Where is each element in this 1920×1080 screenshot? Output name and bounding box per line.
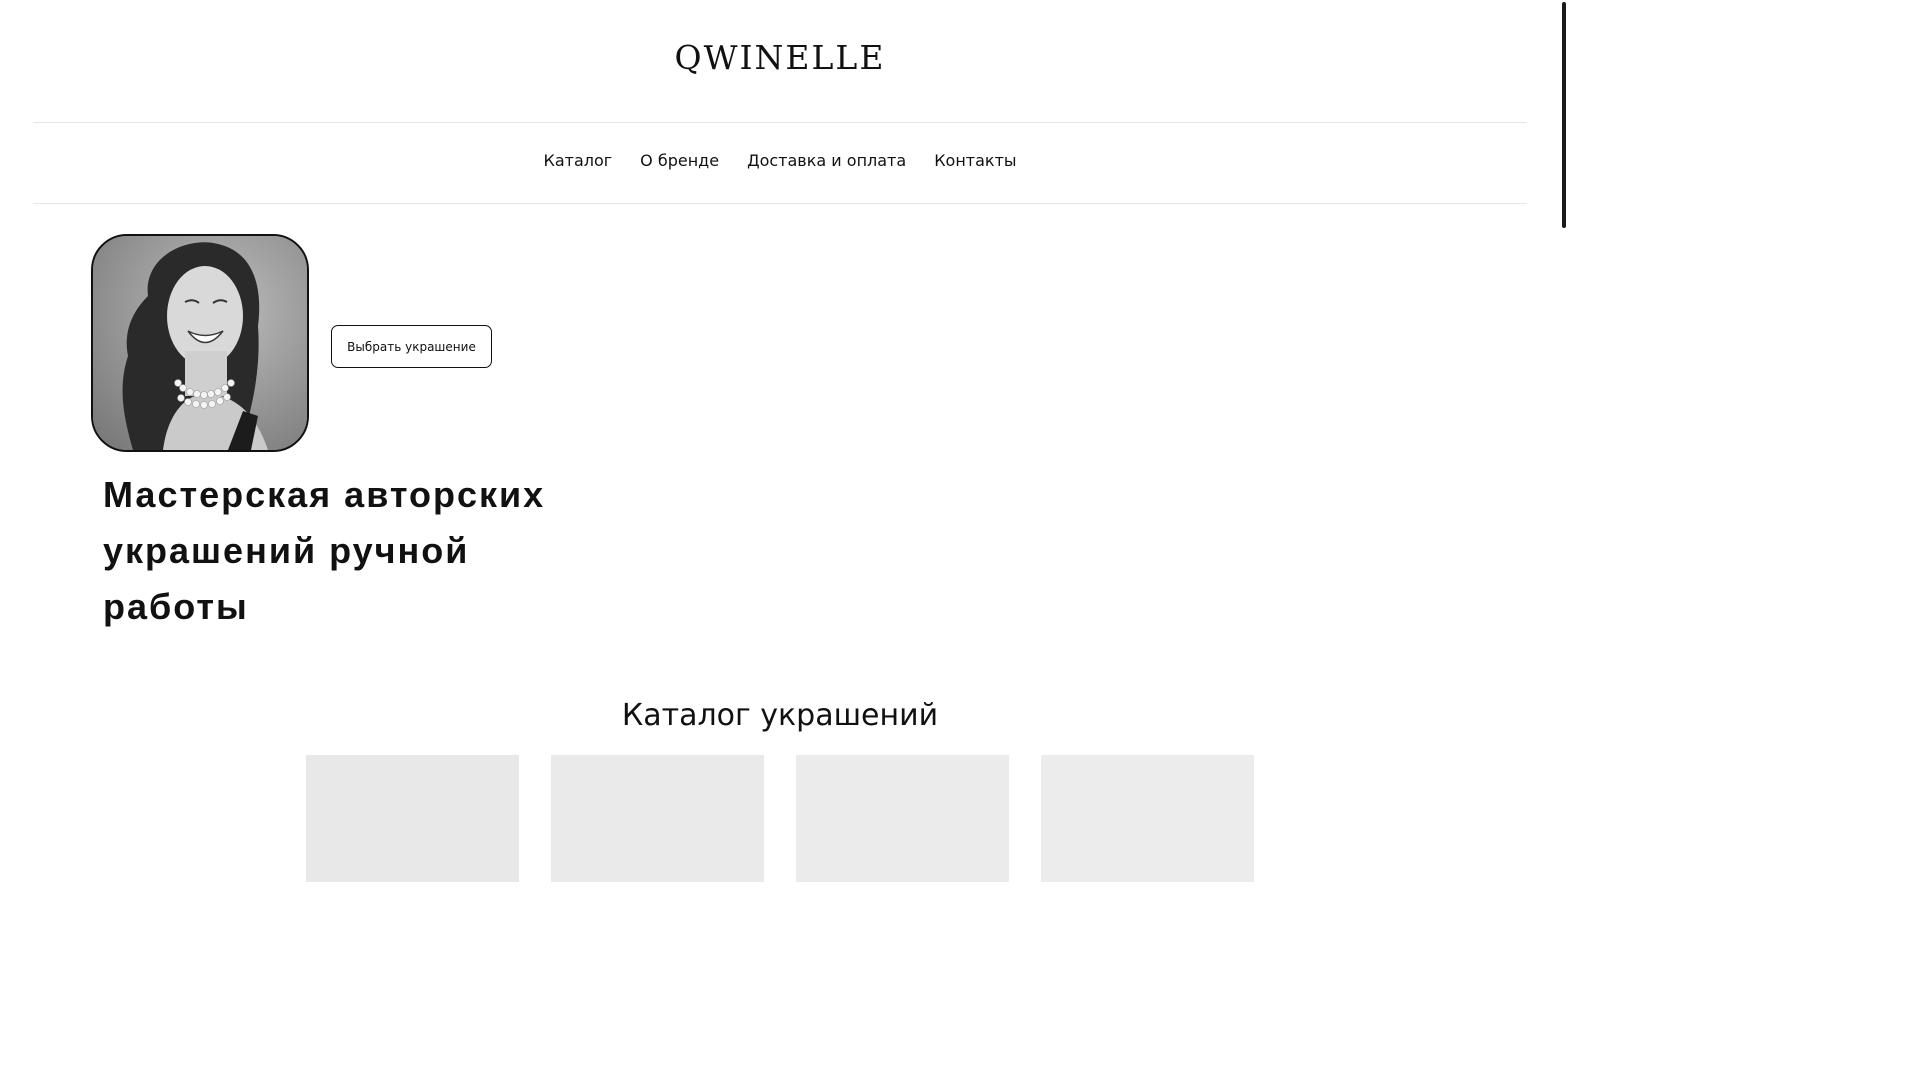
page-scrollbar[interactable] (1560, 0, 1567, 882)
hero-title: Мастерская авторских украшений ручной ра… (103, 474, 546, 627)
nav-divider (33, 203, 1527, 204)
nav-item-contacts[interactable]: Контакты (934, 151, 1016, 170)
nav-item-catalog[interactable]: Каталог (543, 151, 612, 170)
catalog-section-title: Каталог украшений (621, 698, 939, 733)
catalog-card[interactable] (1041, 755, 1254, 882)
catalog-card[interactable] (306, 755, 519, 882)
nav-item-about[interactable]: О бренде (640, 151, 719, 170)
catalog-card[interactable] (796, 755, 1009, 882)
header-divider (33, 122, 1527, 123)
catalog-card[interactable] (551, 755, 764, 882)
main-nav: Каталог О бренде Доставка и оплата Конта… (0, 151, 1560, 170)
scrollbar-thumb[interactable] (1562, 2, 1566, 228)
catalog-grid (306, 755, 1254, 882)
brand-logo[interactable]: QWINELLE (0, 38, 1560, 77)
hero-image (91, 234, 309, 452)
choose-jewelry-button[interactable]: Выбрать украшение (331, 325, 492, 368)
page: QWINELLE Каталог О бренде Доставка и опл… (0, 0, 1567, 882)
nav-item-delivery[interactable]: Доставка и оплата (747, 151, 906, 170)
